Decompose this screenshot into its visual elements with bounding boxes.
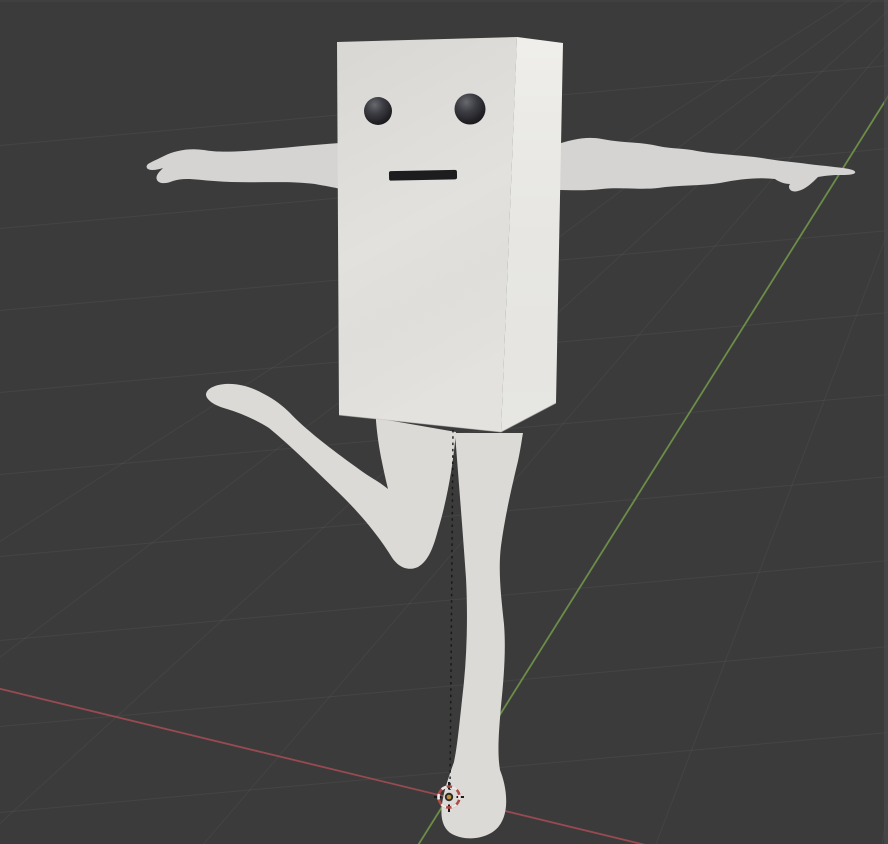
viewport-right-edge [884,0,888,844]
left-eye[interactable] [364,97,392,125]
viewport-top-edge [0,0,888,2]
box-head[interactable] [337,37,563,433]
3d-viewport[interactable] [0,0,888,844]
mouth[interactable] [388,169,458,181]
box-front-face-shading [337,37,517,432]
viewport-canvas[interactable] [0,0,888,844]
right-eye[interactable] [454,93,486,125]
cursor-center-dot [446,794,452,800]
